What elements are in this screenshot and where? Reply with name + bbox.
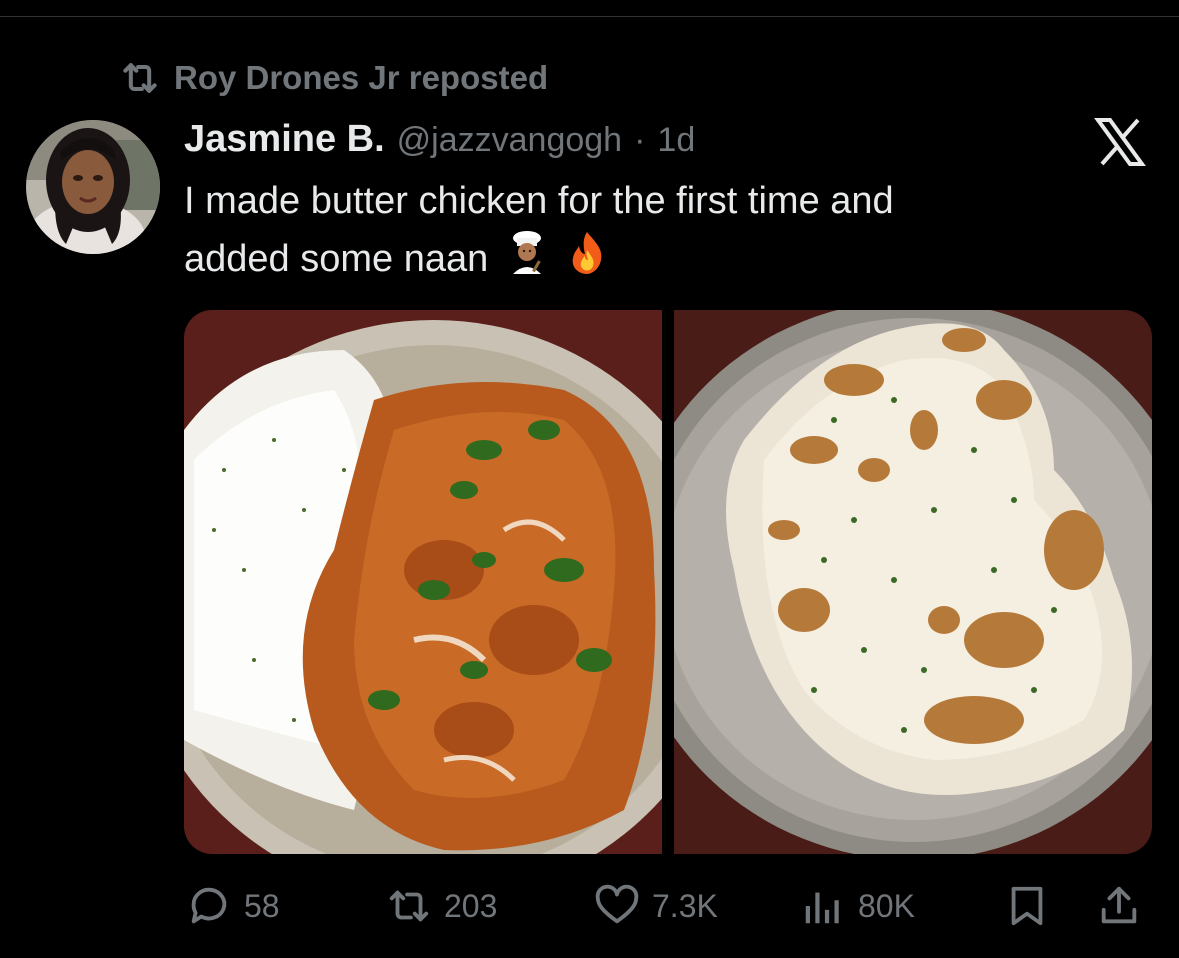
display-name[interactable]: Jasmine B. xyxy=(184,118,385,161)
fire-emoji-icon xyxy=(565,230,609,291)
bookmark-button[interactable] xyxy=(1004,876,1050,936)
views-bar-chart-icon xyxy=(805,892,839,924)
like-count: 7.3K xyxy=(652,887,718,924)
naan-photo[interactable] xyxy=(674,310,1152,854)
repost-context[interactable]: Roy Drones Jr reposted xyxy=(118,56,548,100)
repost-count: 203 xyxy=(444,887,498,924)
tweet-text: I made butter chicken for the first time… xyxy=(184,172,1084,291)
repost-icon xyxy=(389,890,429,922)
action-bar: 58 203 7.3K 80K xyxy=(186,876,1146,936)
repost-button[interactable]: 203 xyxy=(386,876,497,936)
top-divider xyxy=(0,16,1179,17)
avatar[interactable] xyxy=(26,120,160,254)
views-button[interactable]: 80K xyxy=(800,876,915,936)
woman-cook-emoji-icon xyxy=(505,230,549,291)
heart-icon xyxy=(595,884,639,924)
separator-dot: · xyxy=(634,121,646,159)
like-button[interactable]: 7.3K xyxy=(594,876,718,936)
share-icon xyxy=(1101,886,1137,924)
bookmark-icon xyxy=(1011,886,1043,926)
timestamp[interactable]: 1d xyxy=(657,121,695,160)
handle[interactable]: @jazzvangogh xyxy=(397,121,622,160)
butter-chicken-photo[interactable] xyxy=(184,310,662,854)
tweet-text-line-2-wrap: added some naan xyxy=(184,230,1084,291)
repost-icon xyxy=(123,63,157,93)
reply-count: 58 xyxy=(244,887,280,924)
tweet-text-line-1: I made butter chicken for the first time… xyxy=(184,180,894,222)
repost-text: Roy Drones Jr reposted xyxy=(174,59,549,96)
media-grid xyxy=(184,310,1152,854)
x-logo-icon xyxy=(1094,118,1146,166)
tweet-text-line-2: added some naan xyxy=(184,238,489,280)
reply-icon xyxy=(191,887,227,924)
reply-button[interactable]: 58 xyxy=(186,876,280,936)
tweet-header: Jasmine B. @jazzvangogh · 1d xyxy=(184,118,695,161)
views-count: 80K xyxy=(858,887,915,924)
share-button[interactable] xyxy=(1096,876,1142,936)
